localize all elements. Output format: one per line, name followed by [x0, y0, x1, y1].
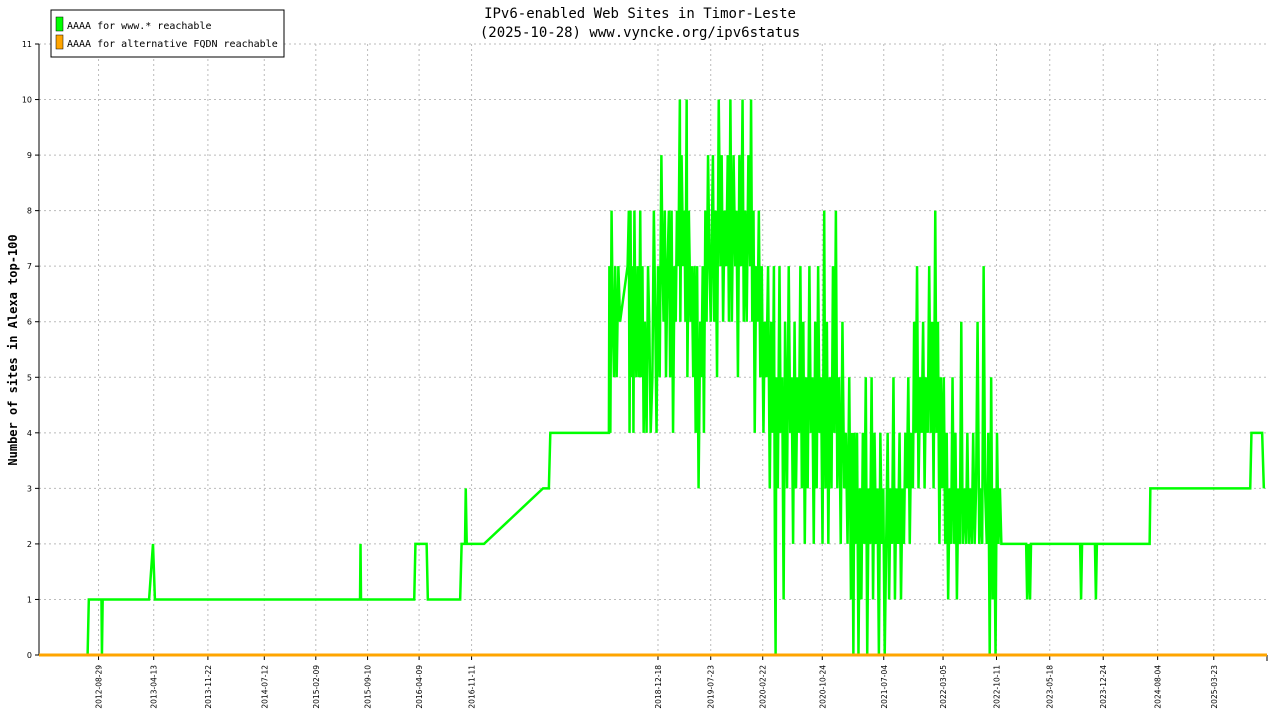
legend-label-alt-fqdn: AAAA for alternative FQDN reachable: [67, 39, 278, 50]
x-tick-label: 2015-02-09: [312, 665, 321, 709]
y-tick-label: 10: [22, 96, 32, 105]
y-tick-label: 3: [27, 484, 32, 493]
legend-swatch-alt-fqdn: [55, 34, 64, 50]
y-tick-label: 1: [27, 595, 32, 604]
x-tick-label: 2015-09-10: [364, 665, 373, 709]
chart-svg: IPv6-enabled Web Sites in Timor-Leste (2…: [6, 6, 1268, 709]
legend: AAAA for www.* reachable AAAA for altern…: [50, 9, 285, 58]
x-tick-label: 2022-10-11: [993, 665, 1002, 709]
x-tick-label: 2013-11-22: [204, 665, 213, 709]
y-axis-label: Number of sites in Alexa top-100: [6, 234, 20, 465]
x-tick-label: 2019-07-23: [707, 665, 716, 709]
x-tick-label: 2023-05-18: [1046, 665, 1055, 709]
x-tick-label: 2020-02-22: [759, 665, 768, 709]
x-tick-label: 2012-08-29: [95, 665, 104, 709]
legend-swatch-www: [55, 16, 64, 32]
x-tick-label: 2021-07-04: [880, 665, 889, 709]
y-tick-label: 0: [27, 651, 32, 660]
x-tick-label: 2014-07-12: [260, 665, 269, 709]
x-tick-label: 2020-10-24: [818, 665, 827, 709]
y-tick-label: 11: [22, 40, 32, 49]
x-tick-label: 2024-08-04: [1154, 665, 1163, 709]
series-group: [39, 99, 1267, 657]
x-tick-label: 2016-11-11: [468, 665, 477, 709]
x-tick-label: 2016-04-09: [415, 665, 424, 709]
y-tick-label: 2: [27, 540, 32, 549]
y-tick-label: 6: [27, 318, 32, 327]
x-tick-label: 2018-12-18: [654, 665, 663, 709]
x-tick-label: 2025-03-23: [1210, 665, 1219, 709]
x-tick-label: 2013-04-13: [150, 665, 159, 709]
x-tick-label: 2023-12-24: [1099, 665, 1108, 709]
y-tick-label: 7: [27, 262, 32, 271]
y-tick-label: 9: [27, 151, 32, 160]
y-tick-label: 4: [27, 429, 32, 438]
chart-title: IPv6-enabled Web Sites in Timor-Leste: [484, 6, 796, 22]
x-tick-label: 2022-03-05: [939, 665, 948, 709]
y-tick-label: 8: [27, 207, 32, 216]
legend-label-www: AAAA for www.* reachable: [67, 21, 212, 32]
y-tick-label: 5: [27, 373, 32, 382]
chart-subtitle: (2025-10-28) www.vyncke.org/ipv6status: [480, 25, 800, 41]
